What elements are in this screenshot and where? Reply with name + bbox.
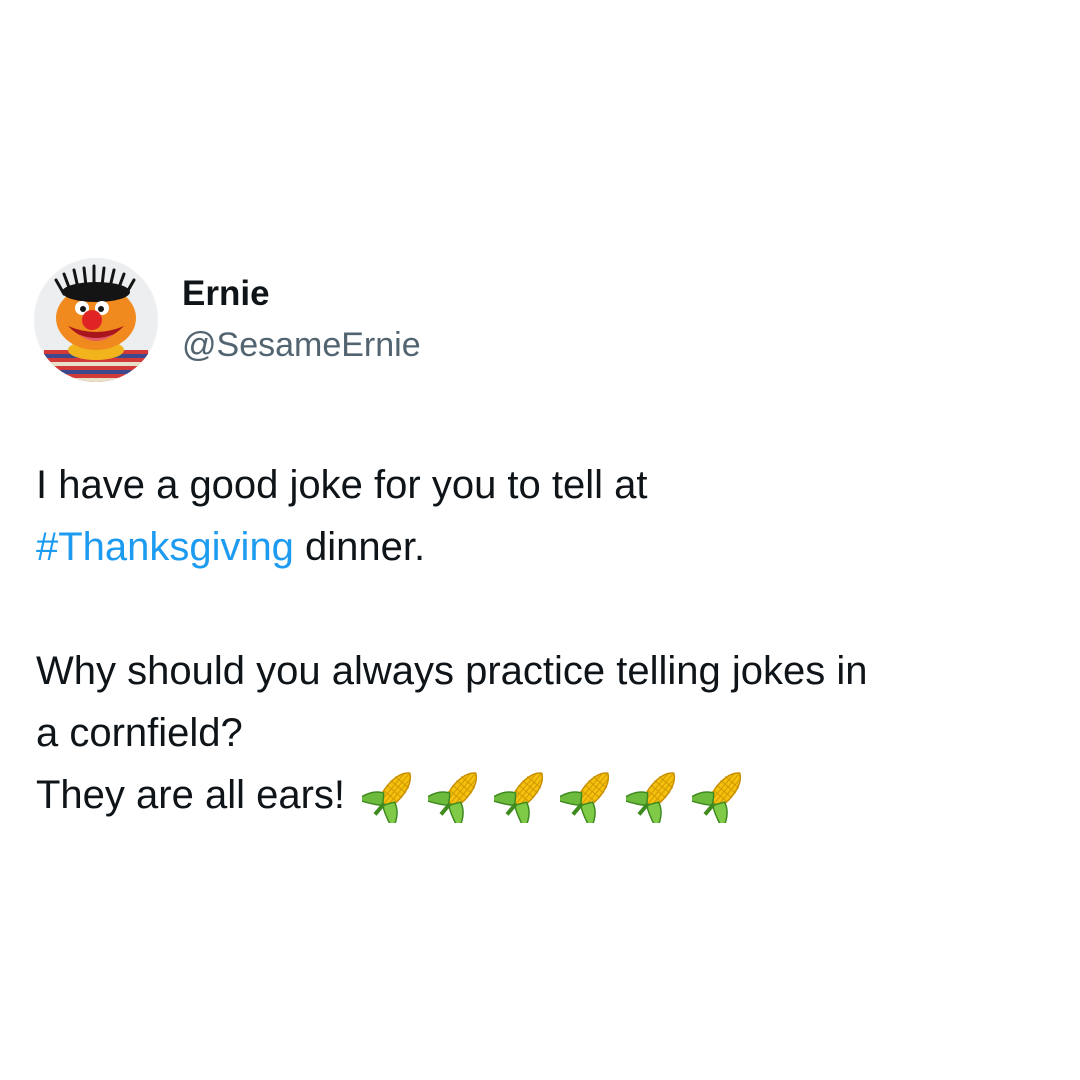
tweet-line-1: I have a good joke for you to tell at xyxy=(36,463,648,507)
tweet-line-2-rest: dinner. xyxy=(293,525,426,569)
tweet-author: Ernie @SesameErnie xyxy=(34,258,421,382)
corn-icon xyxy=(560,772,610,824)
tweet-card: Ernie @SesameErnie I have a good joke fo… xyxy=(0,0,1080,1080)
author-names: Ernie @SesameErnie xyxy=(182,272,421,368)
tweet-line-2: #Thanksgiving dinner. xyxy=(36,516,1046,578)
corn-icon xyxy=(494,772,544,824)
hashtag-link[interactable]: #Thanksgiving xyxy=(36,525,294,569)
tweet-line-5-text: They are all ears! xyxy=(36,773,357,817)
corn-icon xyxy=(428,772,478,824)
corn-icon xyxy=(692,772,742,824)
ernie-avatar-icon xyxy=(34,258,158,382)
tweet-line-3: Why should you always practice telling j… xyxy=(36,649,868,693)
author-display-name[interactable]: Ernie xyxy=(182,272,421,316)
author-handle[interactable]: @SesameErnie xyxy=(182,322,421,368)
corn-emoji-row xyxy=(362,760,758,824)
corn-icon xyxy=(626,772,676,824)
tweet-text: I have a good joke for you to tell at #T… xyxy=(36,454,1046,829)
tweet-line-5: They are all ears! xyxy=(36,764,1046,829)
tweet-line-4: a cornfield? xyxy=(36,711,243,755)
avatar[interactable] xyxy=(34,258,158,382)
corn-icon xyxy=(362,772,412,824)
